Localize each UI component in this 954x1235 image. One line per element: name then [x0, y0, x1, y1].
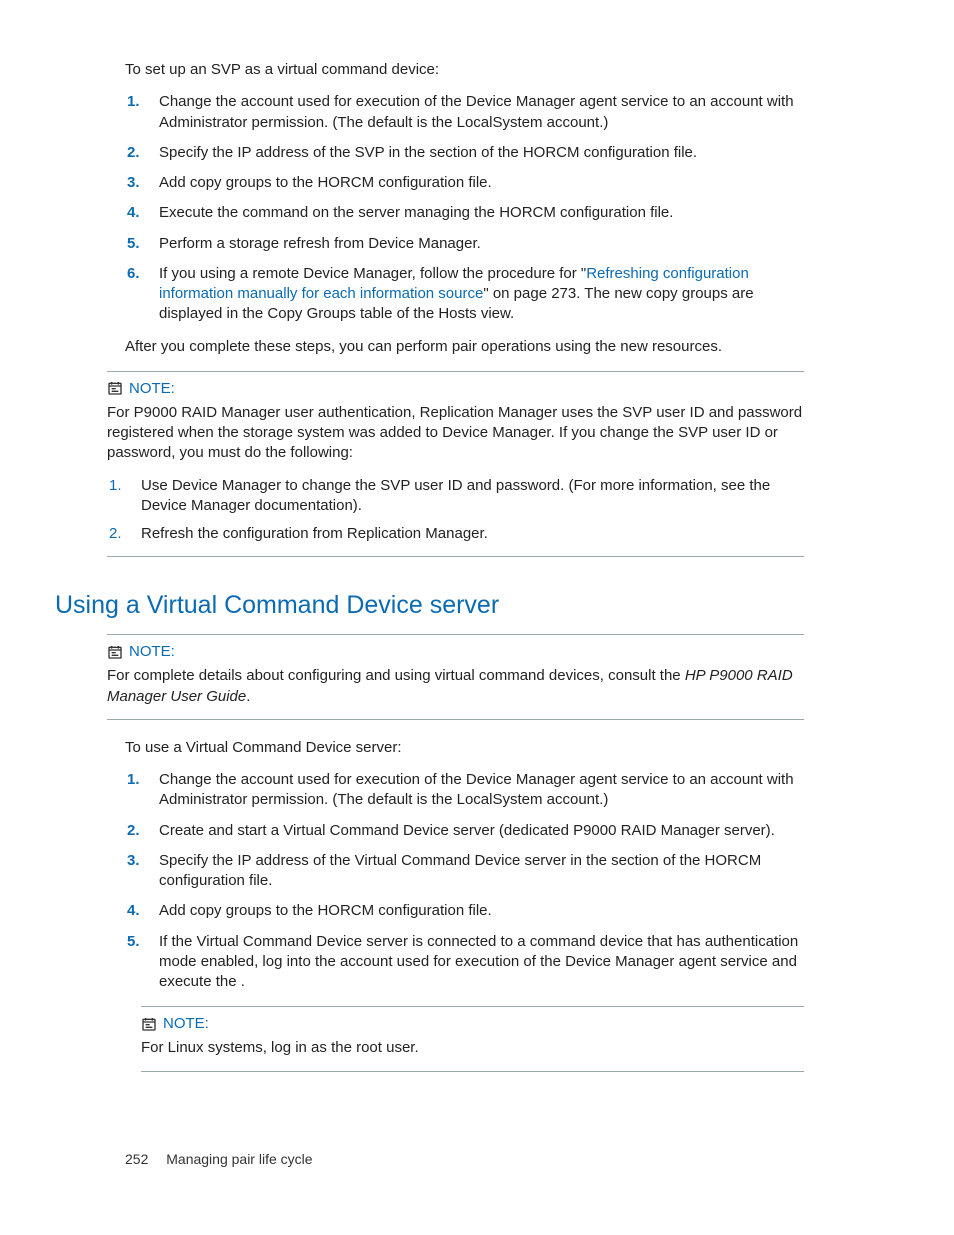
list-item: Create and start a Virtual Command Devic… [155, 821, 804, 841]
divider [141, 1006, 804, 1007]
footer-title: Managing pair life cycle [166, 1151, 312, 1167]
note-block-3: NOTE: For Linux systems, log in as the r… [141, 1006, 804, 1071]
page-number: 252 [125, 1151, 148, 1167]
divider [107, 634, 804, 635]
list-item: Change the account used for execution of… [155, 770, 804, 811]
note-block-2: NOTE: For complete details about configu… [107, 634, 804, 720]
section-heading: Using a Virtual Command Device server [55, 591, 804, 620]
note-body: For P9000 RAID Manager user authenticati… [107, 403, 804, 464]
list-item: If the Virtual Command Device server is … [155, 932, 804, 993]
list-item: Specify the IP address of the Virtual Co… [155, 851, 804, 892]
note-label: NOTE: [163, 1015, 209, 1032]
ordered-list-2: Change the account used for execution of… [125, 770, 804, 992]
list-item: Specify the IP address of the SVP in the… [155, 143, 804, 163]
list-item: Change the account used for execution of… [155, 92, 804, 133]
note-header: NOTE: [107, 643, 804, 660]
note-label: NOTE: [129, 380, 175, 397]
note-block-1: NOTE: For P9000 RAID Manager user authen… [107, 371, 804, 558]
list-item: Add copy groups to the HORCM configurati… [155, 901, 804, 921]
list-item-text-pre: If you using a remote Device Manager, fo… [159, 265, 586, 282]
note-text-post: . [246, 688, 250, 705]
content-section-2: To use a Virtual Command Device server: … [125, 738, 804, 993]
note-list-item: Refresh the configuration from Replicati… [137, 524, 804, 544]
note-header: NOTE: [107, 380, 804, 397]
note-list: Use Device Manager to change the SVP use… [107, 476, 804, 545]
note-label: NOTE: [129, 643, 175, 660]
note-body: For complete details about configuring a… [107, 666, 804, 707]
list-item: Add copy groups to the HORCM configurati… [155, 173, 804, 193]
list-item: Perform a storage refresh from Device Ma… [155, 234, 804, 254]
ordered-list-1: Change the account used for execution of… [125, 92, 804, 324]
page: To set up an SVP as a virtual command de… [0, 0, 954, 1235]
after-paragraph: After you complete these steps, you can … [125, 337, 804, 357]
note-header: NOTE: [141, 1015, 804, 1032]
note-icon [107, 380, 123, 396]
divider [107, 556, 804, 557]
list-item: If you using a remote Device Manager, fo… [155, 264, 804, 325]
page-footer: 252 Managing pair life cycle [125, 1151, 313, 1167]
note-icon [107, 644, 123, 660]
note-text-pre: For complete details about configuring a… [107, 667, 685, 684]
divider [107, 719, 804, 720]
note-list-item: Use Device Manager to change the SVP use… [137, 476, 804, 517]
intro-paragraph: To set up an SVP as a virtual command de… [125, 60, 804, 80]
content-section-1: To set up an SVP as a virtual command de… [125, 60, 804, 357]
intro-paragraph-2: To use a Virtual Command Device server: [125, 738, 804, 758]
divider [107, 371, 804, 372]
note-body: For Linux systems, log in as the root us… [141, 1038, 804, 1058]
divider [141, 1071, 804, 1072]
list-item: Execute the command on the server managi… [155, 203, 804, 223]
note-icon [141, 1016, 157, 1032]
